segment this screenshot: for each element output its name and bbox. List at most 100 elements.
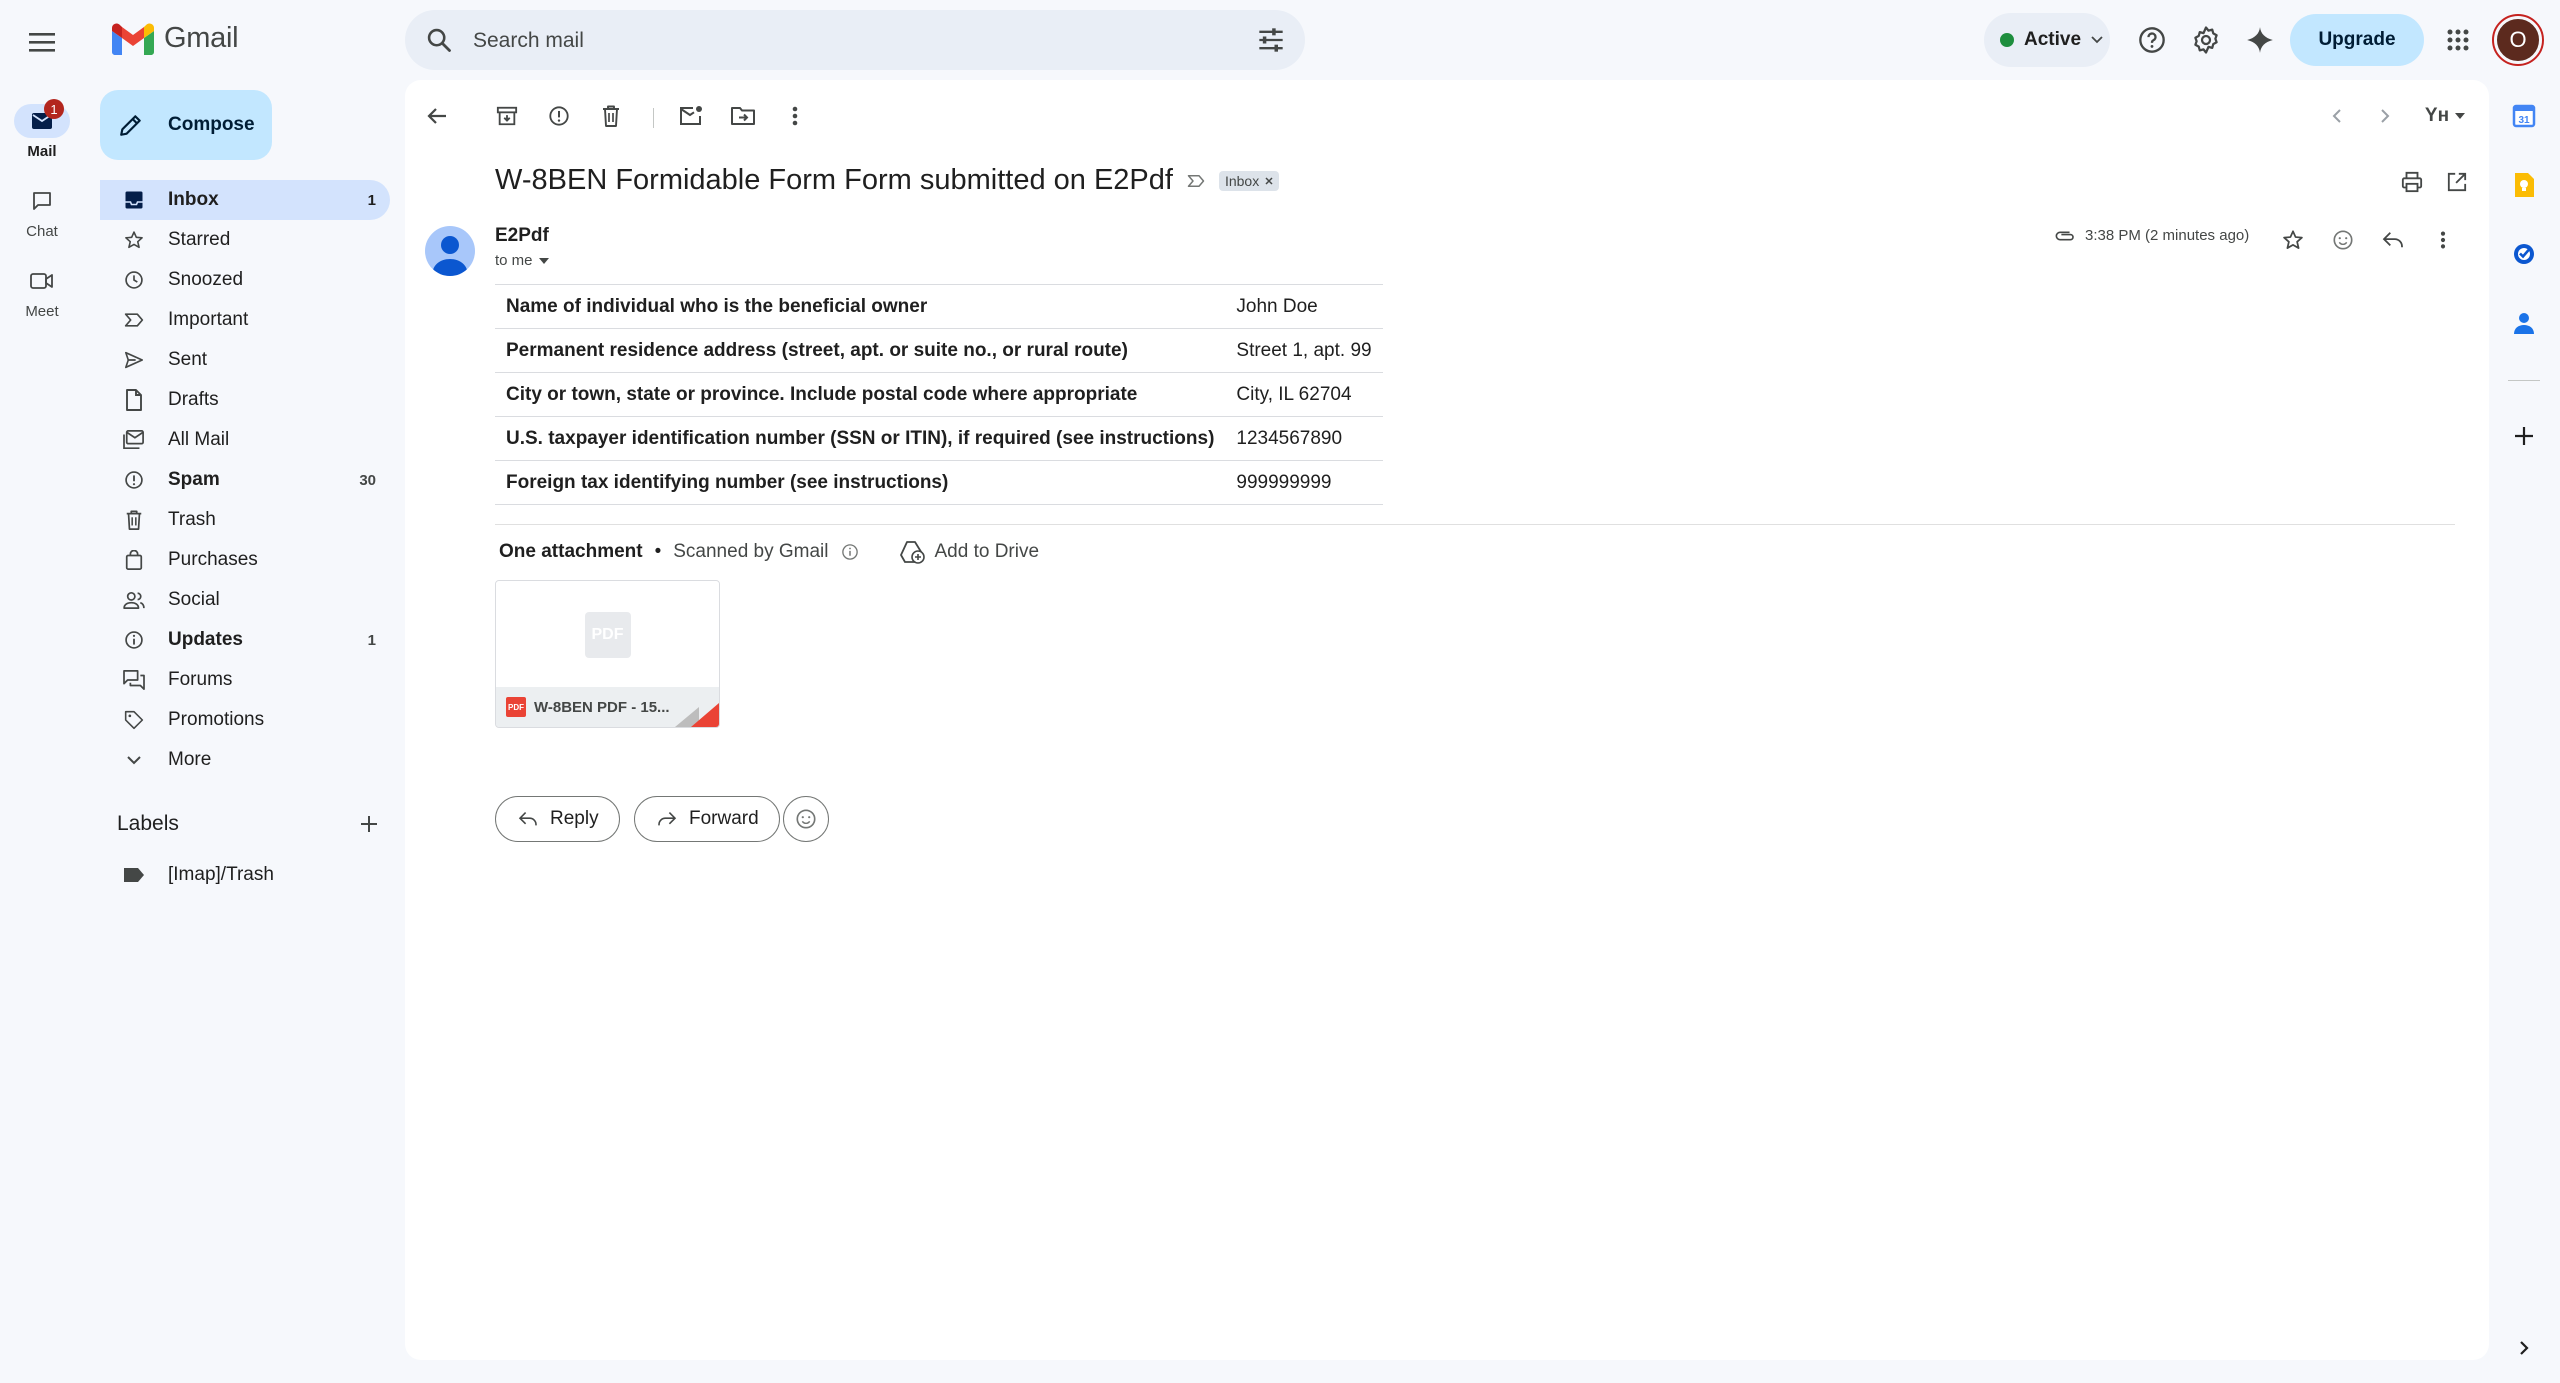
updates-icon — [122, 628, 146, 652]
forward-label: Forward — [689, 808, 759, 829]
account-avatar[interactable]: O — [2492, 14, 2544, 66]
back-button[interactable] — [417, 96, 457, 136]
sidebar-item-starred[interactable]: Starred — [100, 220, 390, 260]
sidebar-item-label: All Mail — [168, 429, 230, 450]
sidebar-item-more[interactable]: More — [100, 740, 390, 780]
sidebar-item-label: Promotions — [168, 709, 265, 730]
report-spam-button[interactable] — [539, 96, 579, 136]
print-button[interactable] — [2392, 162, 2432, 202]
important-marker-icon[interactable] — [1187, 174, 1205, 188]
mark-unread-button[interactable] — [671, 96, 711, 136]
forward-pill-button[interactable]: Forward — [634, 796, 780, 842]
close-icon[interactable] — [1265, 176, 1273, 185]
sidebar-item-drafts[interactable]: Drafts — [100, 380, 390, 420]
rail-mail[interactable]: 1 Mail — [0, 99, 84, 160]
open-in-new-window-button[interactable] — [2437, 162, 2477, 202]
status-selector[interactable]: Active — [1984, 13, 2110, 67]
label-item-imap-trash[interactable]: [Imap]/Trash — [100, 855, 390, 895]
compose-button[interactable]: Compose — [100, 90, 272, 160]
timestamp-text: 3:38 PM (2 minutes ago) — [2085, 227, 2250, 244]
field-name: Foreign tax identifying number (see inst… — [495, 460, 1226, 505]
older-button[interactable] — [2365, 96, 2405, 136]
sidebar-item-promotions[interactable]: Promotions — [100, 700, 390, 740]
search-bar[interactable]: Search mail — [405, 10, 1305, 70]
sender-name[interactable]: E2Pdf — [495, 225, 549, 247]
delete-button[interactable] — [591, 96, 631, 136]
search-input[interactable]: Search mail — [473, 29, 584, 53]
move-to-button[interactable] — [723, 96, 763, 136]
keep-app-button[interactable] — [2506, 167, 2542, 203]
status-label: Active — [2024, 29, 2082, 50]
settings-button[interactable] — [2186, 20, 2226, 60]
inbox-label-chip[interactable]: Inbox — [1218, 170, 1280, 191]
apps-button[interactable] — [2438, 20, 2478, 60]
right-rail-divider — [2508, 380, 2540, 381]
show-side-panel-button[interactable] — [2506, 1330, 2542, 1366]
sidebar-item-snoozed[interactable]: Snoozed — [100, 260, 390, 300]
sidebar-item-social[interactable]: Social — [100, 580, 390, 620]
caret-down-icon — [2455, 113, 2466, 119]
table-row: U.S. taxpayer identification number (SSN… — [495, 416, 1383, 461]
more-options-button[interactable] — [775, 96, 815, 136]
attachments-title: One attachment — [499, 541, 643, 562]
star-button[interactable] — [2275, 222, 2311, 258]
rail-meet[interactable]: Meet — [0, 264, 84, 320]
search-options-icon[interactable] — [1257, 27, 1285, 53]
plus-icon — [361, 816, 377, 832]
input-tools-label: Yн — [2424, 105, 2450, 126]
tasks-app-button[interactable] — [2506, 236, 2542, 272]
message-more-button[interactable] — [2425, 222, 2461, 258]
attachments-header: One attachment • Scanned by Gmail Add to… — [499, 540, 1039, 564]
sidebar-item-trash[interactable]: Trash — [100, 500, 390, 540]
sidebar-item-updates[interactable]: Updates 1 — [100, 620, 390, 660]
contacts-app-button[interactable] — [2506, 305, 2542, 341]
add-label-button[interactable] — [359, 814, 379, 834]
emoji-reaction-button[interactable] — [783, 796, 829, 842]
upgrade-button[interactable]: Upgrade — [2290, 14, 2424, 66]
field-value: City, IL 62704 — [1225, 372, 1383, 417]
sidebar-item-label: Sent — [168, 349, 208, 370]
status-dot — [2000, 33, 2014, 47]
field-value: Street 1, apt. 99 — [1225, 328, 1383, 373]
calendar-app-button[interactable]: 31 — [2506, 98, 2542, 134]
caret-down-icon — [538, 257, 549, 264]
purchases-icon — [122, 548, 146, 572]
attachment-card[interactable]: PDF PDF W-8BEN PDF - 15... — [495, 580, 720, 728]
gmail-logo[interactable]: Gmail — [112, 22, 239, 55]
table-row: City or town, state or province. Include… — [495, 372, 1383, 417]
sidebar-item-important[interactable]: Important — [100, 300, 390, 340]
sidebar-item-sent[interactable]: Sent — [100, 340, 390, 380]
info-icon[interactable] — [841, 543, 859, 561]
trash-icon — [603, 105, 619, 127]
recipient-details[interactable]: to me — [495, 252, 549, 269]
forward-icon — [658, 812, 677, 826]
sidebar-item-forums[interactable]: Forums — [100, 660, 390, 700]
add-reaction-button[interactable] — [2325, 222, 2361, 258]
sidebar-item-purchases[interactable]: Purchases — [100, 540, 390, 580]
help-button[interactable] — [2132, 20, 2172, 60]
reply-pill-button[interactable]: Reply — [495, 796, 620, 842]
sidebar-item-inbox[interactable]: Inbox 1 — [100, 180, 390, 220]
chevron-right-icon — [2381, 109, 2390, 123]
star-icon — [122, 228, 146, 252]
main-menu-button[interactable] — [20, 20, 64, 64]
newer-button[interactable] — [2317, 96, 2357, 136]
gemini-button[interactable] — [2240, 20, 2280, 60]
search-icon[interactable] — [425, 26, 453, 54]
add-to-drive-button[interactable]: Add to Drive — [899, 540, 1039, 564]
chat-icon — [33, 192, 51, 210]
sidebar-item-label: Social — [168, 589, 220, 610]
get-addons-button[interactable] — [2506, 418, 2542, 454]
chip-label: Inbox — [1224, 172, 1260, 189]
archive-button[interactable] — [487, 96, 527, 136]
table-row: Name of individual who is the beneficial… — [495, 284, 1383, 329]
star-icon — [2283, 230, 2303, 249]
subject-text: W-8BEN Formidable Form Form submitted on… — [495, 164, 1173, 196]
reply-button[interactable] — [2375, 222, 2411, 258]
rail-chat[interactable]: Chat — [0, 184, 84, 240]
sidebar-item-spam[interactable]: Spam 30 — [100, 460, 390, 500]
sidebar-item-label: Drafts — [168, 389, 219, 410]
sender-avatar[interactable] — [425, 226, 475, 276]
sidebar-item-all-mail[interactable]: All Mail — [100, 420, 390, 460]
input-tools-button[interactable]: Yн — [2417, 96, 2473, 136]
